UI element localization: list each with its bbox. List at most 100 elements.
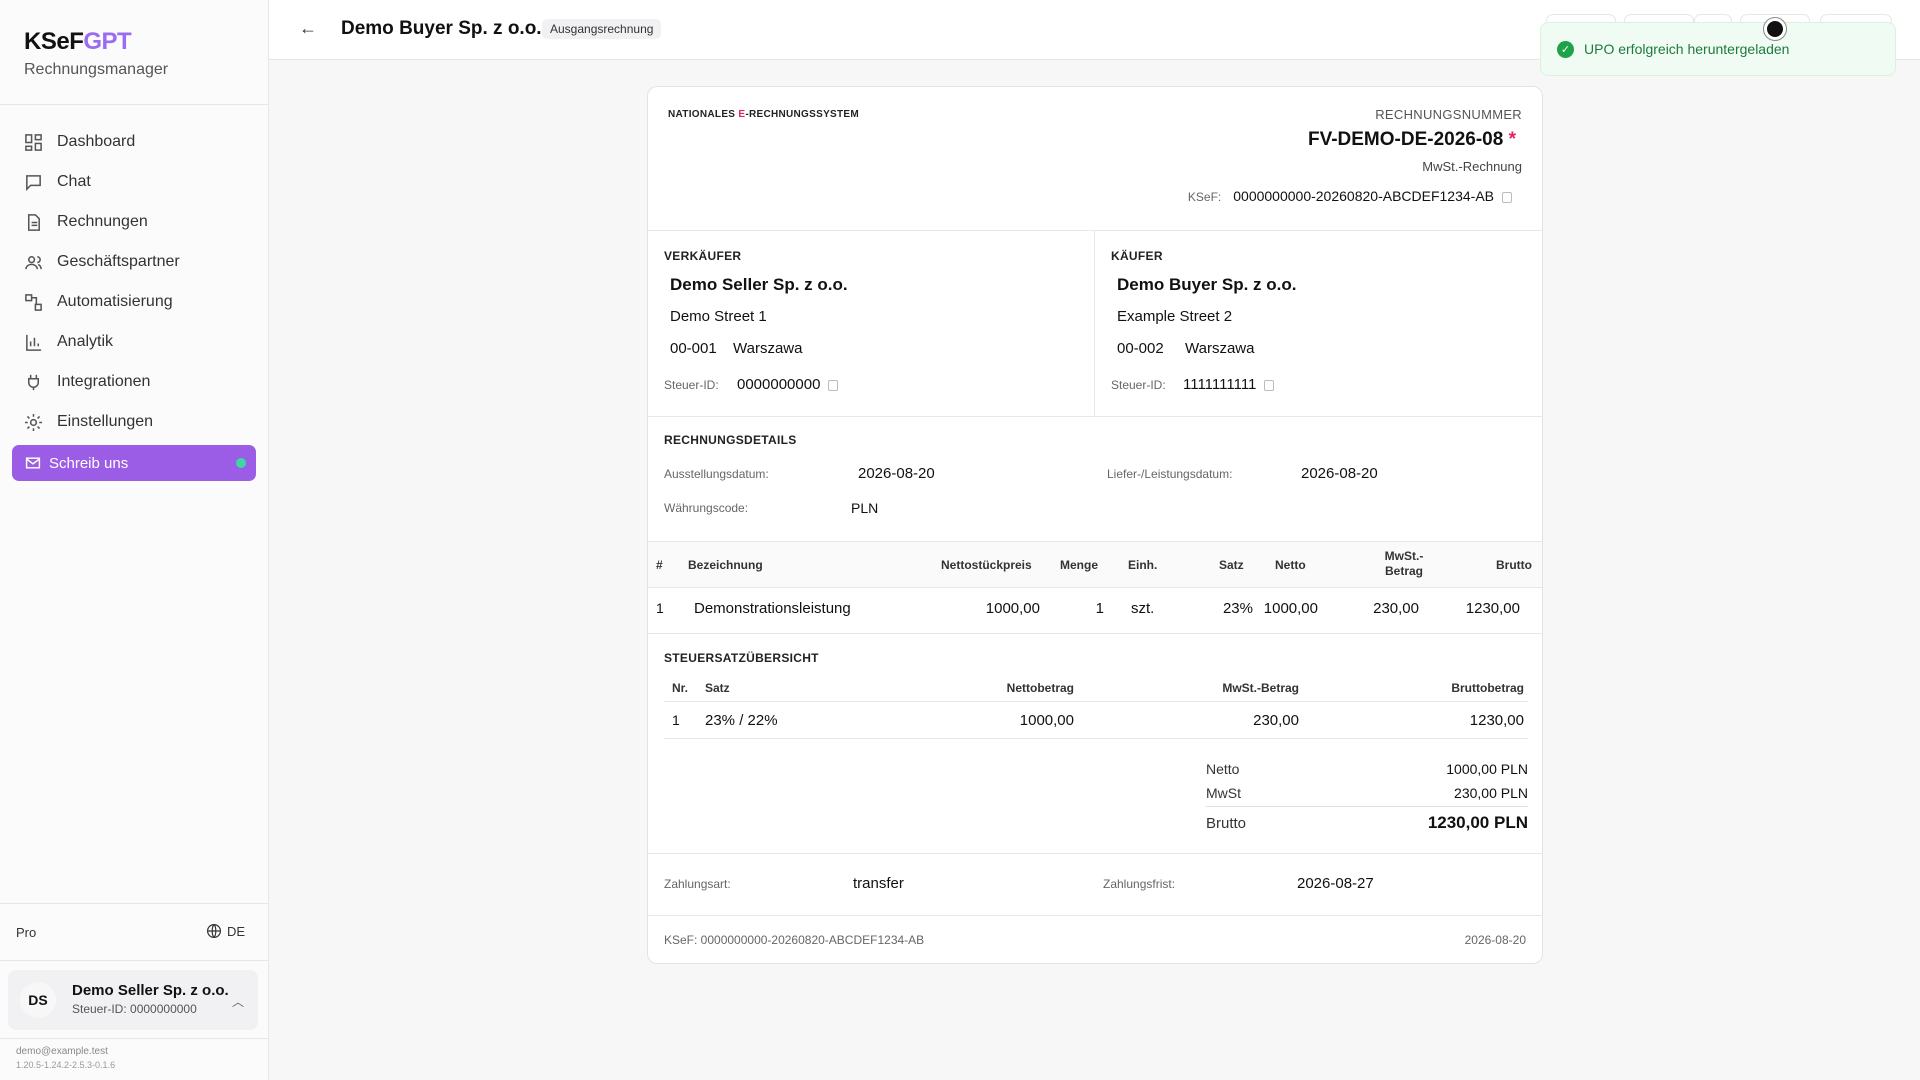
invoice-number: FV-DEMO-DE-2026-08 * [1308, 129, 1516, 151]
nav-item-chat[interactable]: Chat [12, 162, 256, 202]
table-row: 1 Demonstrationsleistung 1000,00 1 szt. … [648, 588, 1542, 633]
language-switcher[interactable]: DE [206, 923, 245, 939]
account-tax-id: Steuer-ID: 0000000000 [72, 1002, 197, 1016]
seller-tax-id: 0000000000 [737, 376, 839, 393]
success-toast: ✓ UPO erfolgreich heruntergeladen [1540, 22, 1896, 76]
main-nav: Dashboard Chat Rechnungen Geschäftspartn… [12, 122, 256, 442]
buyer-tax-id-value: 1111111111 [1183, 376, 1257, 393]
sidebar: KSeFGPT Rechnungsmanager Dashboard Chat … [0, 0, 269, 1080]
account-switcher[interactable]: DS Demo Seller Sp. z o.o. Steuer-ID: 000… [8, 970, 258, 1030]
buyer-tax-id: 1111111111 [1183, 376, 1275, 393]
total-vat: 230,00 PLN [1454, 785, 1528, 801]
total-net-label: Netto [1206, 761, 1240, 777]
write-us-button[interactable]: Schreib uns [12, 445, 256, 481]
plug-icon [27, 374, 40, 390]
buyer-street: Example Street 2 [1117, 308, 1233, 325]
invoice-number-value: FV-DEMO-DE-2026-08 [1307, 129, 1504, 150]
currency-code: PLN [851, 500, 879, 516]
page-title: Demo Buyer Sp. z o.o. [341, 18, 542, 39]
divider [1094, 230, 1095, 416]
bar-chart-icon [26, 334, 42, 351]
back-arrow-icon[interactable]: ← [299, 18, 317, 39]
ksef-number: 0000000000-20260820-ABCDEF1234-AB [1233, 188, 1494, 204]
item-vat: 230,00 [1373, 600, 1419, 617]
tax-nr: 1 [672, 712, 680, 728]
divider [648, 915, 1542, 916]
payment-method: transfer [853, 875, 904, 892]
brand-subtitle: Rechnungsmanager [24, 61, 169, 78]
tax-net: 1000,00 [1019, 712, 1074, 729]
brand-logo[interactable]: KSeFGPT [24, 28, 132, 56]
plan-label: Pro [16, 925, 37, 940]
payment-method-label: Zahlungsart: [664, 877, 731, 891]
chevron-up-icon: ︿ [231, 995, 244, 1009]
buyer-name: Demo Buyer Sp. z o.o. [1117, 275, 1297, 294]
col-nr: Nr. [672, 681, 689, 695]
ksef-number-row: KSeF: 0000000000-20260820-ABCDEF1234-AB [1188, 188, 1512, 204]
user-email: demo@example.test [16, 1046, 108, 1057]
copy-icon[interactable] [1502, 191, 1512, 203]
system-name-part: NATIONALES [668, 109, 739, 120]
col-vat-line: MwSt.- [1384, 549, 1424, 563]
dashboard-icon [25, 133, 42, 151]
seller-name: Demo Seller Sp. z o.o. [670, 275, 848, 294]
col-net-amount: Nettobetrag [1006, 681, 1074, 695]
col-rate: Satz [1219, 558, 1244, 572]
delivery-date: 2026-08-20 [1301, 465, 1378, 482]
total-net: 1000,00 PLN [1446, 761, 1528, 777]
total-gross-label: Brutto [1206, 815, 1247, 832]
divider [0, 960, 269, 961]
nav-item-integrations[interactable]: Integrationen [12, 362, 256, 402]
nav-item-invoices[interactable]: Rechnungen [12, 202, 256, 242]
nav-item-settings[interactable]: Einstellungen [12, 402, 256, 442]
nav-label: Integrationen [57, 373, 151, 390]
tax-summary-header: Nr. Satz Nettobetrag MwSt.-Betrag Brutto… [664, 673, 1528, 702]
mail-icon [25, 457, 41, 469]
gear-icon [24, 413, 43, 431]
mouse-cursor [1764, 18, 1786, 40]
workflow-icon [25, 293, 42, 311]
copy-icon[interactable] [1264, 379, 1275, 391]
col-unit: Einh. [1128, 558, 1158, 572]
required-mark: * [1508, 129, 1516, 150]
globe-icon [207, 924, 221, 938]
nav-label: Einstellungen [57, 413, 154, 430]
seller-tax-label: Steuer-ID: [664, 378, 719, 392]
divider [648, 230, 1542, 231]
tax-gross: 1230,00 [1469, 712, 1524, 729]
table-row: 1 23% / 22% 1000,00 230,00 1230,00 [664, 702, 1528, 739]
copy-icon[interactable] [828, 379, 839, 391]
nav-label: Analytik [57, 333, 114, 350]
items-table-header: # Bezeichnung Nettostückpreis Menge Einh… [648, 541, 1542, 588]
total-vat-label: MwSt [1206, 785, 1241, 801]
buyer-zip: 00-002 [1117, 340, 1164, 357]
divider [648, 853, 1542, 854]
divider [0, 1038, 269, 1039]
nav-label: Rechnungen [57, 213, 148, 230]
col-vat-line: Betrag [1384, 564, 1423, 578]
seller-city: Warszawa [733, 340, 803, 357]
invoice-type: MwSt.-Rechnung [1422, 159, 1522, 174]
nav-label: Dashboard [57, 133, 136, 150]
brand-accent: GPT [83, 28, 132, 55]
nav-item-dashboard[interactable]: Dashboard [12, 122, 256, 162]
col-rate: Satz [705, 681, 730, 695]
nav-item-partners[interactable]: Geschäftspartner [12, 242, 256, 282]
chat-icon [26, 174, 41, 191]
toast-message: UPO erfolgreich heruntergeladen [1584, 41, 1790, 57]
item-unit: szt. [1131, 600, 1155, 617]
seller-zip: 00-001 [670, 340, 717, 357]
divider [648, 416, 1542, 417]
check-circle-icon: ✓ [1557, 40, 1574, 58]
system-name-part: -RECHNUNGSSYSTEM [745, 109, 860, 120]
nav-item-analytics[interactable]: Analytik [12, 322, 256, 362]
nav-item-automation[interactable]: Automatisierung [12, 282, 256, 322]
buyer-heading: KÄUFER [1111, 249, 1163, 263]
divider [0, 903, 269, 904]
invoice-card: NATIONALES E-RECHNUNGSSYSTEM RECHNUNGSNU… [647, 86, 1543, 964]
seller-tax-id-value: 0000000000 [737, 376, 821, 393]
item-rate: 23% [1222, 600, 1253, 617]
seller-street: Demo Street 1 [670, 308, 767, 325]
col-num: # [656, 558, 663, 572]
invoice-direction-badge: Ausgangsrechnung [542, 19, 662, 39]
